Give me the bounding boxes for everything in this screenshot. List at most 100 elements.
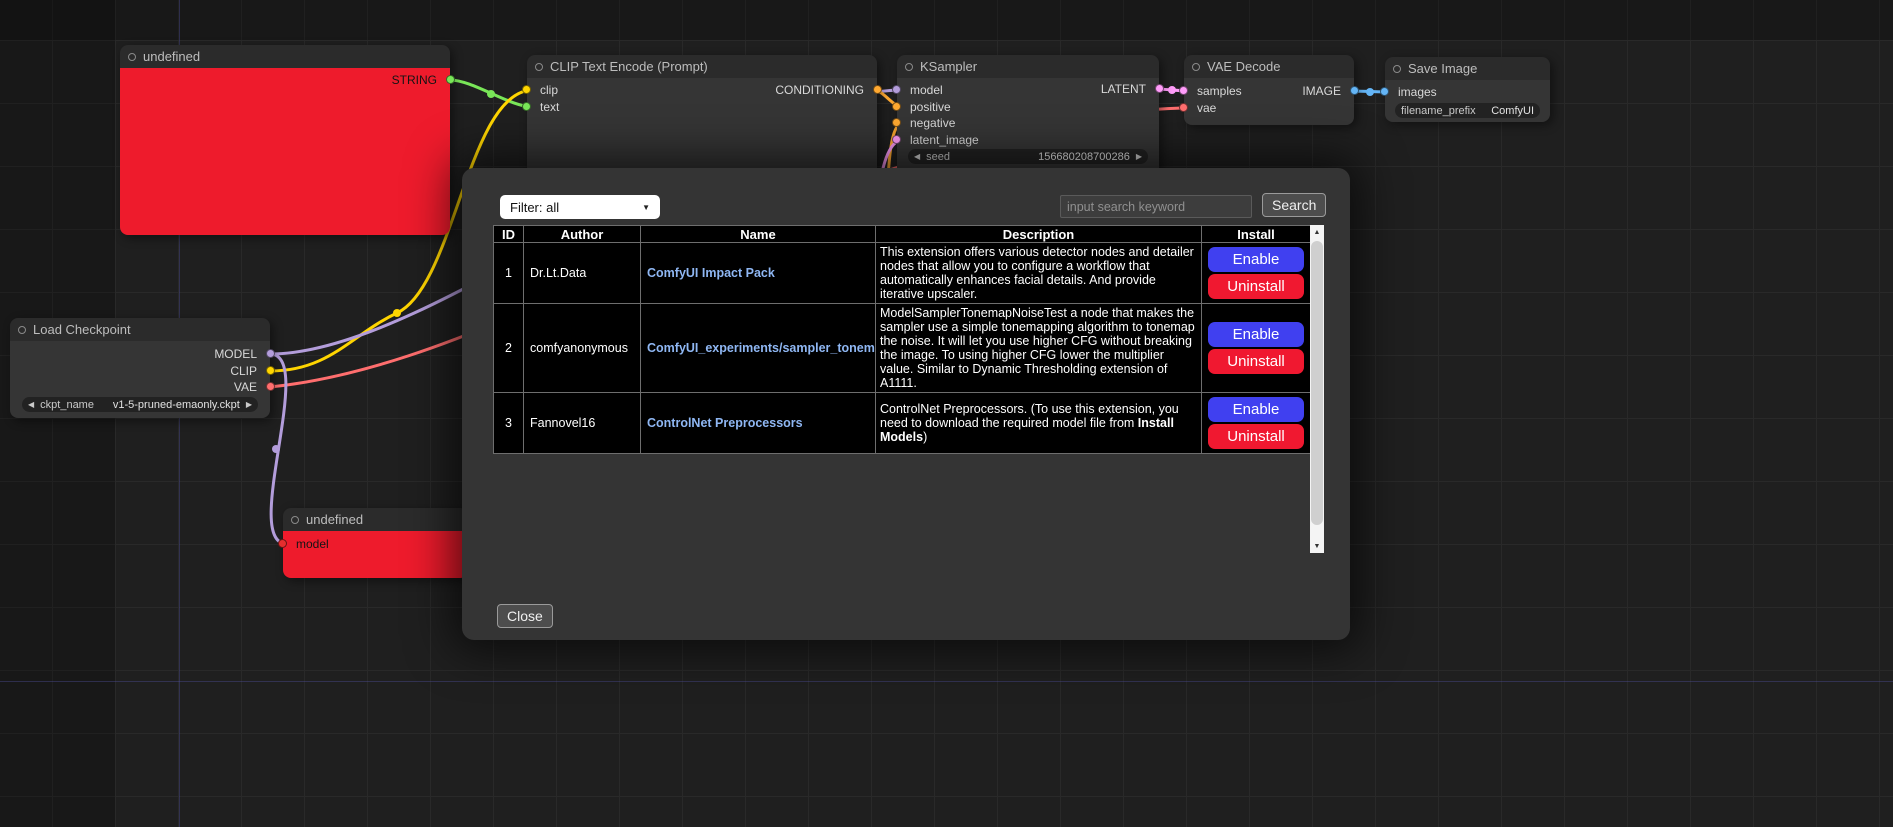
widget-value: ComfyUI [1491, 105, 1534, 117]
extension-link[interactable]: ComfyUI_experiments/sampler_tonemap [647, 341, 876, 355]
input-slot-samples[interactable] [1179, 86, 1188, 95]
node-graph-canvas[interactable]: undefined STRING CLIP Text Encode (Promp… [0, 0, 1893, 827]
input-slot-positive[interactable] [892, 102, 901, 111]
widget-increment-icon[interactable]: ▶ [1136, 149, 1142, 164]
node-undefined-bottom[interactable]: undefined model [283, 508, 468, 578]
output-slot-latent[interactable] [1155, 84, 1164, 93]
ckpt-name-widget[interactable]: ◀ ckpt_name v1-5-pruned-emaonly.ckpt ▶ [22, 397, 258, 412]
extension-description: ControlNet Preprocessors. (To use this e… [876, 393, 1202, 454]
description-text: ControlNet Preprocessors. (To use this e… [880, 402, 1179, 430]
search-input[interactable] [1060, 195, 1252, 218]
input-slot-model[interactable] [892, 85, 901, 94]
output-slot-model[interactable] [266, 349, 275, 358]
node-collapse-icon[interactable] [1192, 63, 1200, 71]
node-title: undefined [143, 49, 200, 64]
output-slot-image[interactable] [1350, 86, 1359, 95]
table-scrollbar[interactable]: ▲ ▼ [1310, 225, 1324, 553]
node-collapse-icon[interactable] [535, 63, 543, 71]
input-label-clip: clip [540, 83, 558, 97]
node-body-error [120, 68, 450, 235]
seed-widget[interactable]: ◀ seed 156680208700286 ▶ [908, 149, 1148, 164]
input-slot-text[interactable] [522, 102, 531, 111]
wire-dot-latent [1168, 86, 1176, 94]
scroll-down-icon[interactable]: ▼ [1310, 539, 1324, 553]
node-collapse-icon[interactable] [291, 516, 299, 524]
search-button[interactable]: Search [1262, 193, 1326, 217]
header-install: Install [1202, 226, 1311, 243]
node-collapse-icon[interactable] [128, 53, 136, 61]
input-slot-vae[interactable] [1179, 103, 1188, 112]
filename-prefix-widget[interactable]: filename_prefix ComfyUI [1395, 103, 1540, 118]
output-label-string: STRING [392, 73, 437, 87]
node-save-image[interactable]: Save Image images filename_prefix ComfyU… [1385, 57, 1550, 122]
extension-author: Dr.Lt.Data [524, 243, 641, 304]
enable-button[interactable]: Enable [1208, 397, 1304, 422]
node-collapse-icon[interactable] [1393, 65, 1401, 73]
input-slot-images[interactable] [1380, 87, 1389, 96]
input-label-vae: vae [1197, 101, 1216, 115]
description-text: ) [923, 430, 927, 444]
scroll-up-icon[interactable]: ▲ [1310, 225, 1324, 239]
enable-button[interactable]: Enable [1208, 247, 1304, 272]
node-title: Save Image [1408, 61, 1477, 76]
output-slot-conditioning[interactable] [873, 85, 882, 94]
input-slot-latent-image[interactable] [892, 135, 901, 144]
node-vae-decode[interactable]: VAE Decode samples vae IMAGE [1184, 55, 1354, 125]
widget-decrement-icon[interactable]: ◀ [914, 149, 920, 164]
input-label-latent-image: latent_image [910, 133, 979, 147]
uninstall-button[interactable]: Uninstall [1208, 349, 1304, 374]
wire-dot-model [272, 445, 280, 453]
header-author: Author [524, 226, 641, 243]
node-load-checkpoint[interactable]: Load Checkpoint MODEL CLIP VAE ◀ ckpt_na… [10, 318, 270, 418]
output-slot-vae[interactable] [266, 382, 275, 391]
input-slot-negative[interactable] [892, 118, 901, 127]
input-label-images: images [1398, 85, 1437, 99]
extensions-table-container: ID Author Name Description Install 1 Dr.… [493, 225, 1324, 553]
widget-label: ckpt_name [40, 399, 94, 411]
widget-value: v1-5-pruned-emaonly.ckpt [113, 399, 240, 411]
extension-row: 1 Dr.Lt.Data ComfyUI Impact Pack This ex… [494, 243, 1311, 304]
dropdown-caret-icon: ▼ [642, 203, 650, 212]
extensions-table: ID Author Name Description Install 1 Dr.… [493, 225, 1311, 454]
node-title-bar[interactable]: CLIP Text Encode (Prompt) [527, 55, 877, 78]
enable-button[interactable]: Enable [1208, 322, 1304, 347]
uninstall-button[interactable]: Uninstall [1208, 424, 1304, 449]
output-label-image: IMAGE [1302, 84, 1341, 98]
output-label-model: MODEL [214, 347, 257, 361]
widget-label: seed [926, 151, 950, 163]
input-label-model: model [296, 537, 329, 551]
header-id: ID [494, 226, 524, 243]
node-collapse-icon[interactable] [905, 63, 913, 71]
node-title-bar[interactable]: KSampler [897, 55, 1159, 78]
widget-increment-icon[interactable]: ▶ [246, 397, 252, 412]
output-slot-string[interactable] [446, 75, 455, 84]
node-collapse-icon[interactable] [18, 326, 26, 334]
node-title-bar[interactable]: Save Image [1385, 57, 1550, 80]
header-name: Name [641, 226, 876, 243]
output-label-clip: CLIP [230, 364, 257, 378]
wire-dot-clip [393, 309, 401, 317]
canvas-axis-horizontal [0, 681, 1893, 682]
output-slot-clip[interactable] [266, 366, 275, 375]
filter-select[interactable]: Filter: all ▼ [500, 195, 660, 219]
node-title-bar[interactable]: undefined [120, 45, 450, 68]
input-slot-clip[interactable] [522, 85, 531, 94]
node-title-bar[interactable]: Load Checkpoint [10, 318, 270, 341]
extension-link[interactable]: ComfyUI Impact Pack [647, 266, 775, 280]
extension-link[interactable]: ControlNet Preprocessors [647, 416, 803, 430]
canvas-edge-shade-top [0, 0, 1893, 40]
node-title: KSampler [920, 59, 977, 74]
node-title-bar[interactable]: undefined [283, 508, 468, 531]
close-button[interactable]: Close [497, 604, 553, 628]
input-slot-model[interactable] [278, 539, 287, 548]
widget-decrement-icon[interactable]: ◀ [28, 397, 34, 412]
input-label-text: text [540, 100, 559, 114]
node-title-bar[interactable]: VAE Decode [1184, 55, 1354, 78]
extension-id: 1 [494, 243, 524, 304]
custom-nodes-manager-dialog: Filter: all ▼ Search ID Author Name Desc… [462, 168, 1350, 640]
scrollbar-thumb[interactable] [1311, 241, 1323, 525]
widget-value: 156680208700286 [1038, 151, 1130, 163]
extension-install-cell: Enable Uninstall [1202, 393, 1311, 454]
uninstall-button[interactable]: Uninstall [1208, 274, 1304, 299]
node-undefined-top[interactable]: undefined STRING [120, 45, 450, 235]
